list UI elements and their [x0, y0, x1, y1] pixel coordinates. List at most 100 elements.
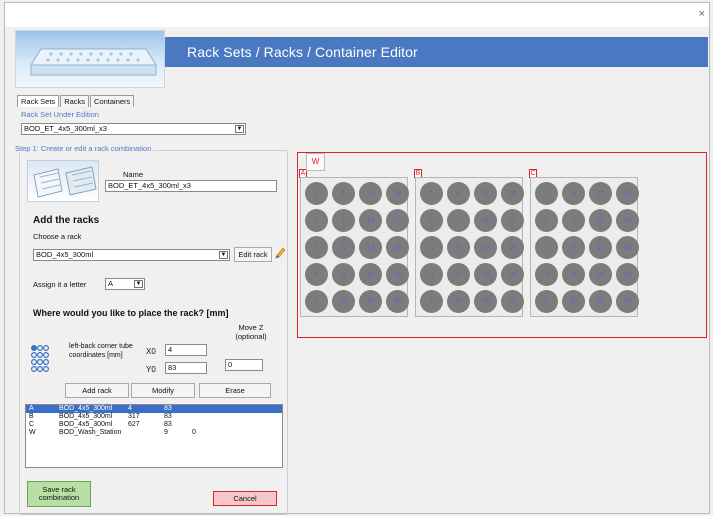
modify-button[interactable]: Modify: [131, 383, 195, 398]
tube[interactable]: 2: [420, 209, 443, 232]
tube[interactable]: 7: [447, 209, 470, 232]
tube[interactable]: 9: [332, 263, 355, 286]
y0-field[interactable]: 83: [165, 362, 207, 374]
tube[interactable]: 3: [420, 236, 443, 259]
tube[interactable]: 13: [474, 236, 497, 259]
tube[interactable]: 14: [589, 263, 612, 286]
tube[interactable]: 13: [589, 236, 612, 259]
rack-list-row[interactable]: W BOD_Wash_Station 9 0: [26, 429, 282, 437]
rack-set-dropdown[interactable]: BOD_ET_4x5_300ml_x3 ▼: [21, 123, 246, 135]
tube[interactable]: 5: [305, 290, 328, 313]
rack-a[interactable]: 1 2 3 4 5 6 7 8 9 10 11 12 13 14 15 16 17 18 19 20: [300, 177, 409, 317]
rack-list-row[interactable]: A BOD_4x5_300ml 4 83: [26, 405, 282, 413]
tube[interactable]: 11: [359, 182, 382, 205]
rack-layout-canvas[interactable]: A 1 2 3 4 5 6 7 8 9 10 11 12 13 14 15 16 17 18 19 20 B 1 2 3 4 5 6 7…: [297, 152, 707, 338]
tube[interactable]: 19: [501, 263, 524, 286]
tube[interactable]: 6: [447, 182, 470, 205]
tube[interactable]: 10: [332, 290, 355, 313]
rack-list[interactable]: A BOD_4x5_300ml 4 83 B BOD_4x5_300ml 317 83 C BOD…: [25, 404, 283, 468]
close-icon[interactable]: ×: [699, 9, 705, 20]
tube[interactable]: 4: [305, 263, 328, 286]
movez-field[interactable]: 0: [225, 359, 263, 371]
tube[interactable]: 12: [589, 209, 612, 232]
tube[interactable]: 16: [501, 182, 524, 205]
tube[interactable]: 16: [386, 182, 409, 205]
tube[interactable]: 15: [589, 290, 612, 313]
rack-c[interactable]: 1 2 3 4 5 6 7 8 9 10 11 12 13 14 15 16 17 18 19 20: [530, 177, 639, 317]
rack-b[interactable]: 1 2 3 4 5 6 7 8 9 10 11 12 13 14 15 16 17 18 19 20: [415, 177, 524, 317]
tube[interactable]: 20: [386, 290, 409, 313]
rack-list-row[interactable]: B BOD_4x5_300ml 317 83: [26, 413, 282, 421]
tube[interactable]: 14: [359, 263, 382, 286]
tube[interactable]: 16: [616, 182, 639, 205]
pencil-icon[interactable]: [274, 246, 286, 262]
tube[interactable]: 18: [386, 236, 409, 259]
tube[interactable]: 3: [535, 236, 558, 259]
tube[interactable]: 4: [420, 263, 443, 286]
placement-heading: Where would you like to place the rack? …: [33, 308, 229, 318]
add-rack-button[interactable]: Add rack: [65, 383, 129, 398]
rack-list-row[interactable]: C BOD_4x5_300ml 627 83: [26, 421, 282, 429]
tube[interactable]: 11: [589, 182, 612, 205]
rack-list-letter: B: [29, 413, 34, 420]
edit-rack-button[interactable]: Edit rack: [234, 247, 272, 262]
name-field[interactable]: BOD_ET_4x5_300ml_x3: [105, 180, 277, 192]
tube[interactable]: 17: [386, 209, 409, 232]
tube[interactable]: 3: [305, 236, 328, 259]
tube[interactable]: 13: [359, 236, 382, 259]
rack-dropdown[interactable]: BOD_4x5_300ml ▼: [33, 249, 230, 261]
tube[interactable]: 10: [447, 290, 470, 313]
tube[interactable]: 12: [474, 209, 497, 232]
tube[interactable]: 14: [474, 263, 497, 286]
tube[interactable]: 1: [535, 182, 558, 205]
chevron-down-icon[interactable]: ▼: [235, 125, 244, 133]
rack-list-name: BOD_Wash_Station: [59, 429, 122, 436]
tube[interactable]: 7: [562, 209, 585, 232]
tube[interactable]: 15: [474, 290, 497, 313]
tube[interactable]: 9: [447, 263, 470, 286]
tube[interactable]: 1: [305, 182, 328, 205]
letter-dropdown[interactable]: A ▼: [105, 278, 145, 290]
tab-racks[interactable]: Racks: [60, 95, 90, 107]
chevron-down-icon[interactable]: ▼: [134, 280, 143, 288]
tab-rack-sets[interactable]: Rack Sets: [17, 95, 60, 107]
tube[interactable]: 5: [420, 290, 443, 313]
tab-containers[interactable]: Containers: [90, 95, 135, 107]
tube[interactable]: 19: [386, 263, 409, 286]
tube[interactable]: 20: [501, 290, 524, 313]
save-rack-combination-button[interactable]: Save rack combination: [27, 481, 91, 507]
rack-list-y: 9: [164, 429, 168, 436]
tube[interactable]: 11: [474, 182, 497, 205]
tube[interactable]: 18: [501, 236, 524, 259]
erase-button[interactable]: Erase: [199, 383, 271, 398]
tube[interactable]: 6: [562, 182, 585, 205]
rack-dropdown-value: BOD_4x5_300ml: [36, 250, 94, 259]
tube[interactable]: 17: [616, 209, 639, 232]
tube[interactable]: 5: [535, 290, 558, 313]
tube[interactable]: 19: [616, 263, 639, 286]
tube[interactable]: 8: [562, 236, 585, 259]
cancel-button[interactable]: Cancel: [213, 491, 277, 506]
tube[interactable]: 18: [616, 236, 639, 259]
tube[interactable]: 12: [359, 209, 382, 232]
rack-list-x: 627: [128, 421, 140, 428]
add-racks-heading: Add the racks: [33, 215, 100, 226]
tube[interactable]: 8: [332, 236, 355, 259]
tube[interactable]: 17: [501, 209, 524, 232]
tube[interactable]: 2: [535, 209, 558, 232]
chevron-down-icon[interactable]: ▼: [219, 251, 228, 259]
tube[interactable]: 9: [562, 263, 585, 286]
tube[interactable]: 20: [616, 290, 639, 313]
tube[interactable]: 8: [447, 236, 470, 259]
x0-field[interactable]: 4: [165, 344, 207, 356]
tube[interactable]: 2: [305, 209, 328, 232]
tube[interactable]: 1: [420, 182, 443, 205]
tube[interactable]: 6: [332, 182, 355, 205]
tube[interactable]: 10: [562, 290, 585, 313]
tube-grid-icon: [30, 344, 51, 376]
tube[interactable]: 15: [359, 290, 382, 313]
tube[interactable]: 4: [535, 263, 558, 286]
name-value: BOD_ET_4x5_300ml_x3: [108, 181, 191, 190]
wash-station[interactable]: W: [306, 153, 325, 171]
tube[interactable]: 7: [332, 209, 355, 232]
